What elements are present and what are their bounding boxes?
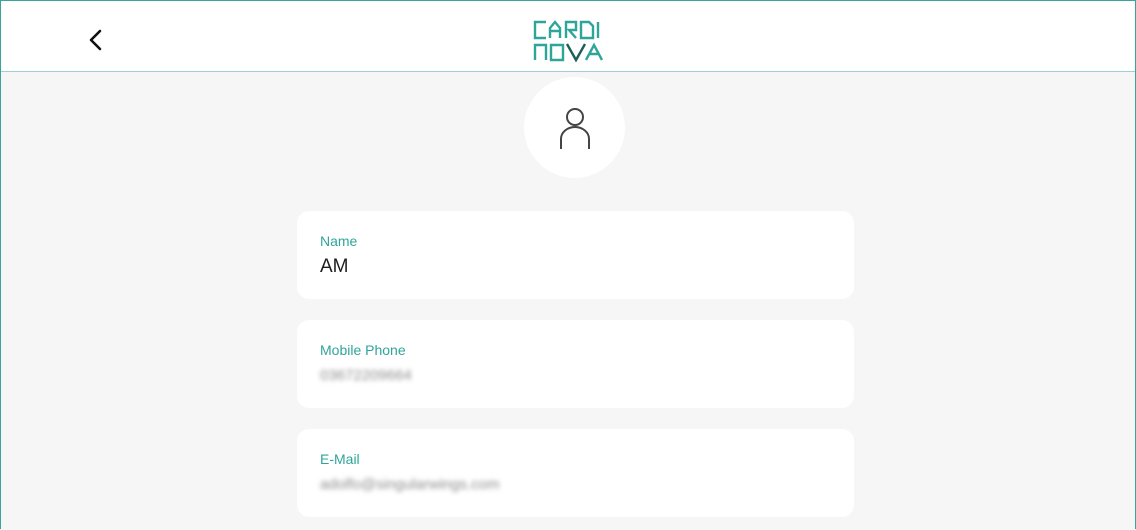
- avatar[interactable]: [524, 77, 625, 178]
- top-bar: [1, 1, 1135, 72]
- email-label: E-Mail: [320, 451, 360, 467]
- mobile-phone-field[interactable]: Mobile Phone 03672209664: [297, 320, 854, 408]
- mobile-phone-label: Mobile Phone: [320, 342, 406, 358]
- chevron-left-icon: [89, 29, 102, 51]
- name-label: Name: [320, 233, 358, 249]
- user-icon: [559, 107, 590, 149]
- name-value[interactable]: AM: [320, 256, 349, 278]
- cardinova-logo: [533, 20, 604, 63]
- back-button[interactable]: [79, 23, 113, 57]
- name-field[interactable]: Name AM: [297, 211, 854, 299]
- mobile-phone-value[interactable]: 03672209664: [320, 367, 412, 384]
- email-field[interactable]: E-Mail adolfo@singularwings.com: [297, 429, 854, 517]
- email-value[interactable]: adolfo@singularwings.com: [320, 476, 499, 493]
